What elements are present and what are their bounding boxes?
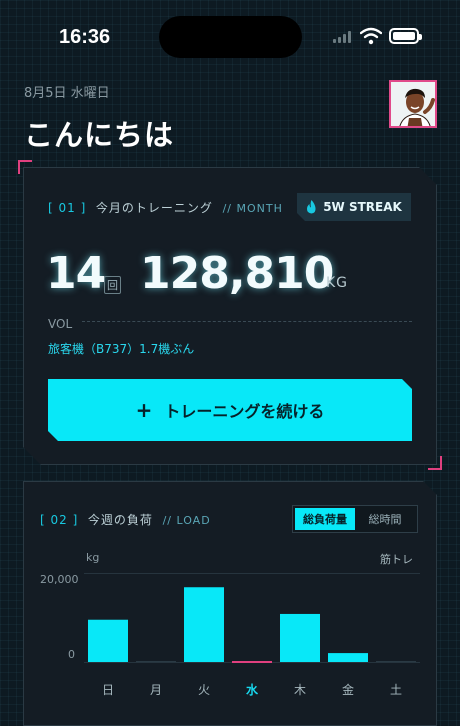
section-title: 今週の負荷 — [87, 513, 153, 527]
status-bar: 16:36 — [0, 0, 460, 75]
y-axis-unit: kg — [86, 551, 100, 564]
x-label-4: 木 — [293, 683, 306, 697]
bar-5 — [328, 653, 368, 662]
toggle-total-load[interactable]: 総負荷量 — [295, 508, 355, 530]
toggle-total-time[interactable]: 総時間 — [355, 508, 415, 530]
x-label-2: 火 — [197, 683, 210, 697]
metric-toggle: 総負荷量 総時間 — [292, 505, 418, 533]
avatar-illustration — [391, 82, 435, 126]
avatar[interactable] — [389, 80, 437, 128]
bar-1 — [136, 661, 176, 662]
cellular-signal-icon — [333, 31, 353, 43]
x-label-3: 水 — [245, 683, 258, 697]
flame-icon — [306, 200, 317, 214]
corner-accent-bottom-right — [428, 456, 442, 470]
month-section-label: [ 01 ] 今月のトレーニング // MONTH — [48, 199, 283, 216]
volume-total: 128,810 — [140, 248, 334, 299]
continue-training-button[interactable]: + トレーニングを続ける — [48, 379, 412, 441]
plus-icon: + — [135, 398, 153, 422]
bar-2 — [184, 587, 224, 662]
section-subtitle: // MONTH — [222, 202, 283, 215]
section-index: [ 01 ] — [48, 201, 87, 215]
load-section-label: [ 02 ] 今週の負荷 // LOAD — [40, 511, 211, 528]
status-time: 16:36 — [59, 26, 111, 48]
section-index: [ 02 ] — [40, 513, 79, 527]
weekly-load-chart — [88, 587, 416, 663]
section-subtitle: // LOAD — [162, 514, 211, 527]
bar-6 — [376, 661, 416, 662]
x-label-0: 日 — [101, 683, 114, 697]
continue-training-label: トレーニングを続ける — [164, 402, 325, 421]
greeting-title: こんにちは — [24, 118, 175, 152]
session-unit: 回 — [104, 276, 121, 294]
y-tick-top: 20,000 — [40, 573, 79, 586]
section-title: 今月のトレーニング — [95, 201, 213, 215]
y-tick-bottom: 0 — [68, 648, 75, 661]
bar-4 — [280, 613, 320, 662]
wifi-icon — [360, 27, 382, 45]
category-label: 筋トレ — [380, 553, 413, 566]
volume-unit: KG — [326, 275, 349, 291]
divider — [82, 321, 412, 322]
streak-text: 5W STREAK — [323, 200, 402, 214]
volume-equivalent: 旅客機（B737）1.7機ぶん — [48, 342, 195, 356]
x-label-1: 月 — [149, 683, 162, 697]
date-label: 8月5日 水曜日 — [24, 86, 110, 101]
dynamic-island — [159, 16, 302, 58]
vol-label: VOL — [48, 317, 73, 331]
streak-badge: 5W STREAK — [297, 193, 411, 221]
bar-3 — [232, 661, 272, 663]
x-label-5: 金 — [341, 683, 354, 697]
bar-0 — [88, 619, 128, 662]
session-count: 14 — [46, 248, 106, 299]
x-label-6: 土 — [389, 683, 402, 697]
battery-icon — [389, 28, 422, 44]
